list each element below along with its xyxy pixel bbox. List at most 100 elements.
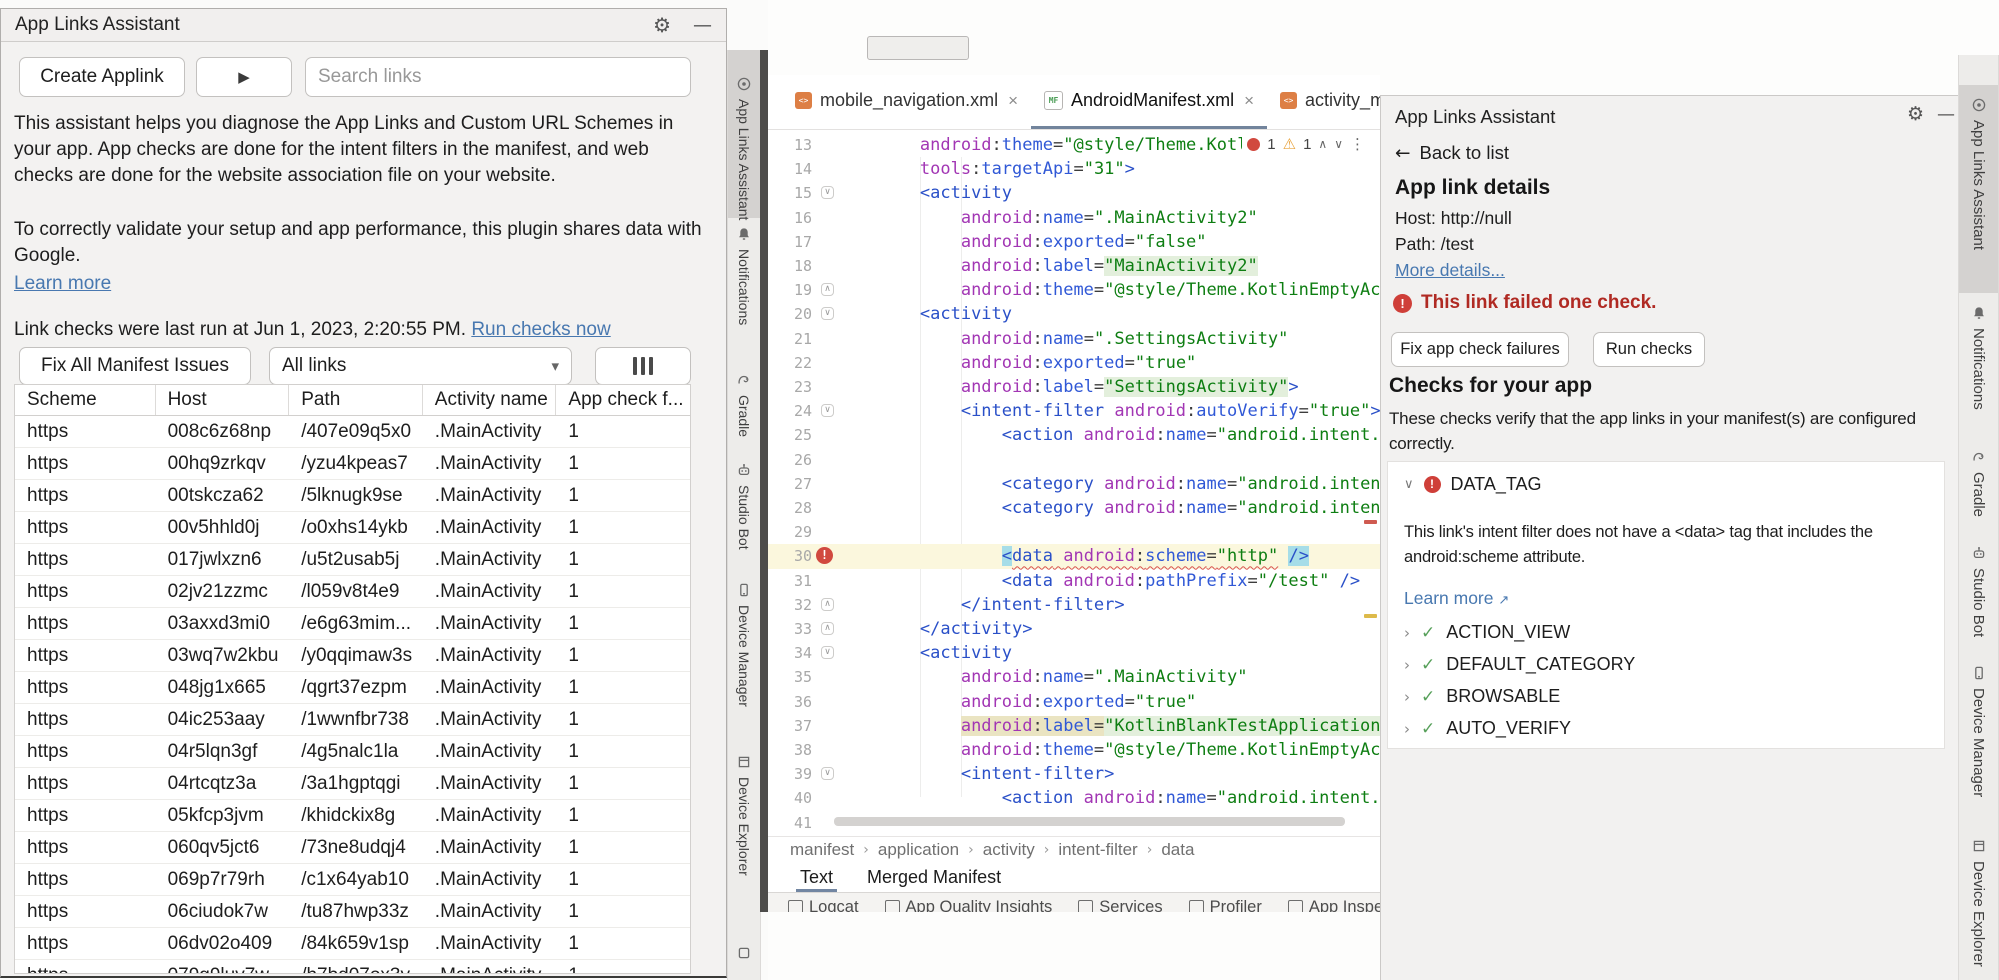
bottom-tool-app-inspection[interactable]: App Inspection bbox=[1288, 898, 1380, 912]
run-checks-now-link[interactable]: Run checks now bbox=[471, 319, 610, 340]
code-line-25[interactable]: 25 <action android:name="android.intent.… bbox=[768, 423, 1380, 447]
table-row[interactable]: https06dv02o409/84k659v1sp.MainActivity1 bbox=[15, 928, 690, 960]
breadcrumb-item-activity[interactable]: activity bbox=[983, 840, 1035, 860]
table-row[interactable]: https06ciudok7w/tu87hwp33z.MainActivity1 bbox=[15, 896, 690, 928]
table-row[interactable]: https03wq7w2kbu/y0qqimaw3s.MainActivity1 bbox=[15, 640, 690, 672]
code-line-31[interactable]: 31 <data android:pathPrefix="/test" /> bbox=[768, 569, 1380, 593]
gutter-error-icon[interactable]: ! bbox=[816, 547, 833, 564]
code-line-26[interactable]: 26 bbox=[768, 448, 1380, 472]
learn-more-link[interactable]: Learn more bbox=[14, 273, 111, 294]
minimize-icon[interactable]: — bbox=[693, 14, 712, 36]
inspection-kebab-icon[interactable]: ⋮ bbox=[1350, 135, 1365, 153]
code-line-23[interactable]: 23 android:label="SettingsActivity"> bbox=[768, 375, 1380, 399]
column-header[interactable]: Path bbox=[289, 385, 423, 415]
next-issue-icon[interactable]: ∨ bbox=[1334, 137, 1343, 151]
back-to-list-link[interactable]: ← Back to list bbox=[1395, 142, 1509, 164]
close-tab-icon[interactable]: × bbox=[1008, 91, 1018, 111]
table-row[interactable]: https00v5hhld0j/o0xhs14ykb.MainActivity1 bbox=[15, 512, 690, 544]
code-line-36[interactable]: 36 android:exported="true" bbox=[768, 690, 1380, 714]
check-auto_verify[interactable]: ›✓AUTO_VERIFY bbox=[1404, 718, 1571, 739]
code-line-14[interactable]: 14 tools:targetApi="31"> bbox=[768, 157, 1380, 181]
column-header[interactable]: Host bbox=[156, 385, 290, 415]
tab-merged-manifest[interactable]: Merged Manifest bbox=[867, 862, 1001, 892]
table-row[interactable]: https00tskcza62/5lknugk9se.MainActivity1 bbox=[15, 480, 690, 512]
check-data-tag[interactable]: ∨ ! DATA_TAG bbox=[1404, 474, 1542, 495]
table-row[interactable]: https069p7r79rh/c1x64yab10.MainActivity1 bbox=[15, 864, 690, 896]
fold-open-icon[interactable]: ∨ bbox=[821, 404, 834, 417]
table-row[interactable]: https04r5lqn3gf/4g5nalc1la.MainActivity1 bbox=[15, 736, 690, 768]
column-header[interactable]: Activity name bbox=[423, 385, 557, 415]
code-line-35[interactable]: 35 android:name=".MainActivity" bbox=[768, 665, 1380, 689]
editor-tab-androidmanifest-xml[interactable]: MFAndroidManifest.xml× bbox=[1031, 75, 1267, 129]
code-line-38[interactable]: 38 android:theme="@style/Theme.KotlinEmp… bbox=[768, 738, 1380, 762]
configure-columns-button[interactable] bbox=[595, 347, 691, 385]
code-line-19[interactable]: 19∧ android:theme="@style/Theme.KotlinEm… bbox=[768, 278, 1380, 302]
fold-open-icon[interactable]: ∨ bbox=[821, 186, 834, 199]
bottom-tool-profiler[interactable]: Profiler bbox=[1189, 898, 1262, 912]
table-row[interactable]: https079g9luv7w/h7bd07ox3y.MainActivity1 bbox=[15, 960, 690, 974]
column-header[interactable]: App check f... bbox=[556, 385, 690, 415]
bottom-tool-logcat[interactable]: Logcat bbox=[788, 898, 859, 912]
tool-stripe-tab-device-explorer[interactable]: Device Explorer bbox=[1959, 838, 1998, 967]
tool-stripe-tab-device-explorer[interactable]: Device Explorer bbox=[728, 754, 760, 876]
code-line-22[interactable]: 22 android:exported="true" bbox=[768, 351, 1380, 375]
fold-close-icon[interactable]: ∧ bbox=[821, 622, 834, 635]
fix-app-check-failures-button[interactable]: Fix app check failures bbox=[1391, 332, 1569, 367]
chevron-right-icon[interactable]: › bbox=[1404, 624, 1410, 642]
chevron-right-icon[interactable]: › bbox=[1404, 656, 1410, 674]
fold-open-icon[interactable]: ∨ bbox=[821, 307, 834, 320]
table-row[interactable]: https03axxd3mi0/e6g63mim....MainActivity… bbox=[15, 608, 690, 640]
breadcrumb-item-intent-filter[interactable]: intent-filter bbox=[1058, 840, 1137, 860]
table-row[interactable]: https05kfcp3jvm/khidckix8g.MainActivity1 bbox=[15, 800, 690, 832]
code-line-40[interactable]: 40 <action android:name="android.intent.… bbox=[768, 786, 1380, 810]
fix-all-manifest-issues-button[interactable]: Fix All Manifest Issues bbox=[19, 347, 251, 385]
table-row[interactable]: https00hq9zrkqv/yzu4kpeas7.MainActivity1 bbox=[15, 448, 690, 480]
table-row[interactable]: https04ic253aay/1wwnfbr738.MainActivity1 bbox=[15, 704, 690, 736]
run-checks-button[interactable]: Run checks bbox=[1593, 332, 1705, 367]
code-line-30[interactable]: 30! <data android:scheme="http" /> bbox=[768, 544, 1380, 568]
learn-more-link[interactable]: Learn more bbox=[1404, 588, 1494, 608]
create-applink-button[interactable]: Create Applink bbox=[19, 57, 185, 97]
breadcrumb-item-manifest[interactable]: manifest bbox=[790, 840, 854, 860]
tool-stripe-tab-partial[interactable] bbox=[728, 945, 760, 961]
code-editor[interactable]: 13 android:theme="@style/Theme.KotlinEmp… bbox=[768, 130, 1380, 836]
column-header[interactable]: Scheme bbox=[15, 385, 156, 415]
breadcrumb-item-data[interactable]: data bbox=[1161, 840, 1194, 860]
code-line-29[interactable]: 29 bbox=[768, 520, 1380, 544]
close-tab-icon[interactable]: × bbox=[1244, 91, 1254, 111]
error-stripe-mark[interactable] bbox=[1364, 520, 1377, 524]
check-browsable[interactable]: ›✓BROWSABLE bbox=[1404, 686, 1560, 707]
code-line-32[interactable]: 32∧ </intent-filter> bbox=[768, 593, 1380, 617]
collapse-chevron-icon[interactable]: ∨ bbox=[1404, 477, 1414, 492]
check-action_view[interactable]: ›✓ACTION_VIEW bbox=[1404, 622, 1570, 643]
code-line-17[interactable]: 17 android:exported="false" bbox=[768, 230, 1380, 254]
fold-open-icon[interactable]: ∨ bbox=[821, 767, 834, 780]
editor-tab-activity_m[interactable]: <>activity_m bbox=[1267, 75, 1380, 129]
editor-tab-mobile_navigation-xml[interactable]: <>mobile_navigation.xml× bbox=[782, 75, 1031, 129]
tool-stripe-tab-notifications[interactable]: Notifications bbox=[1959, 305, 1998, 410]
chevron-right-icon[interactable]: › bbox=[1404, 720, 1410, 738]
tool-stripe-tab-device-manager[interactable]: Device Manager bbox=[1959, 665, 1998, 797]
code-line-28[interactable]: 28 <category android:name="android.inten… bbox=[768, 496, 1380, 520]
tool-stripe-tab-notifications[interactable]: Notifications bbox=[728, 226, 760, 325]
tab-text[interactable]: Text bbox=[800, 862, 833, 892]
tool-stripe-tab-app-links-assistant[interactable]: App Links Assistant bbox=[1959, 97, 1998, 250]
table-row[interactable]: https017jwlxzn6/u5t2usab5j.MainActivity1 bbox=[15, 544, 690, 576]
table-row[interactable]: https008c6z68np/407e09q5x0.MainActivity1 bbox=[15, 416, 690, 448]
table-row[interactable]: https048jg1x665/qgrt37ezpm.MainActivity1 bbox=[15, 672, 690, 704]
tool-stripe-tab-gradle[interactable]: Gradle bbox=[728, 372, 760, 437]
code-line-33[interactable]: 33∧ </activity> bbox=[768, 617, 1380, 641]
window-title-bar[interactable]: App Links Assistant ⚙ — bbox=[1, 9, 726, 42]
tool-stripe-tab-app-links-assistant[interactable]: App Links Assistant bbox=[728, 76, 760, 220]
table-row[interactable]: https02jv21zzmc/l059v8t4e9.MainActivity1 bbox=[15, 576, 690, 608]
code-line-15[interactable]: 15∨ <activity bbox=[768, 181, 1380, 205]
table-row[interactable]: https04rtcqtz3a/3a1hgptqgi.MainActivity1 bbox=[15, 768, 690, 800]
run-button[interactable]: ▶ bbox=[196, 57, 292, 97]
search-input[interactable] bbox=[305, 57, 691, 97]
code-line-37[interactable]: 37 android:label="KotlinBlankTestApplica… bbox=[768, 714, 1380, 738]
table-row[interactable]: https060qv5jct6/73ne8udqj4.MainActivity1 bbox=[15, 832, 690, 864]
gear-icon[interactable]: ⚙ bbox=[1907, 104, 1924, 124]
tool-stripe-tab-studio-bot[interactable]: Studio Bot bbox=[728, 462, 760, 550]
fold-open-icon[interactable]: ∨ bbox=[821, 646, 834, 659]
fold-close-icon[interactable]: ∧ bbox=[821, 598, 834, 611]
